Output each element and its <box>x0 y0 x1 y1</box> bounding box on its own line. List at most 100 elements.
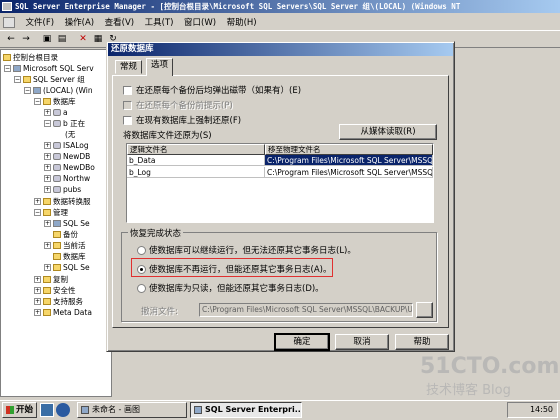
help-button[interactable]: 帮助 <box>395 334 449 350</box>
checkbox-box[interactable] <box>123 85 132 95</box>
annotation-highlight-box <box>131 258 333 277</box>
forward-icon[interactable]: → <box>19 33 33 46</box>
collapse-icon[interactable]: − <box>24 87 31 94</box>
browse-undo-file-button[interactable] <box>416 302 433 318</box>
expand-icon[interactable]: + <box>44 109 51 116</box>
tree-node-server-group[interactable]: SQL Server 组 <box>23 75 85 85</box>
tree-node-current-activity[interactable]: 当前活 <box>53 241 86 251</box>
prompt-tapes-checkbox[interactable]: 在还原每个备份前提示(P) <box>123 99 233 111</box>
expand-icon[interactable]: + <box>44 220 51 227</box>
expand-icon[interactable]: + <box>44 164 51 171</box>
sql-server-icon <box>2 2 12 11</box>
up-folder-icon[interactable]: ▣ <box>40 33 54 46</box>
dialog-titlebar[interactable]: 还原数据库 <box>108 43 453 56</box>
ok-button[interactable]: 确定 <box>274 333 330 351</box>
tree-node-db-newdb[interactable]: NewDB <box>53 152 90 162</box>
expand-icon[interactable]: + <box>34 309 41 316</box>
tree-node-maintenance-plans[interactable]: 数据库 <box>53 252 86 262</box>
expand-icon[interactable]: + <box>44 153 51 160</box>
delete-icon[interactable]: ✕ <box>76 33 90 46</box>
tree-node-dts[interactable]: 数据转换服 <box>43 197 91 207</box>
collapse-icon[interactable]: − <box>34 98 41 105</box>
tree-node-db-northwind[interactable]: Northw <box>53 174 90 184</box>
tree-node-databases[interactable]: 数据库 <box>43 97 76 107</box>
grid-header-logical-name[interactable]: 逻辑文件名 <box>127 144 265 155</box>
menu-window[interactable]: 窗口(W) <box>180 13 220 30</box>
main-window-titlebar[interactable]: SQL Server Enterprise Manager - [控制台根目录\… <box>0 0 560 13</box>
checkbox-box[interactable] <box>123 115 132 125</box>
tree-node-db-newdbo[interactable]: NewDBo <box>53 163 95 173</box>
menu-view[interactable]: 查看(V) <box>101 13 138 30</box>
collapse-icon[interactable]: − <box>14 76 21 83</box>
back-icon[interactable]: ← <box>4 33 18 46</box>
expand-icon[interactable]: + <box>44 142 51 149</box>
taskbar-item-enterprise-manager[interactable]: SQL Server Enterpri... <box>190 402 302 418</box>
tree-node-console-root[interactable]: 控制台根目录 <box>3 53 58 63</box>
server-icon <box>33 87 41 94</box>
properties-icon[interactable]: ▦ <box>91 33 105 46</box>
tree-node-db-pubs[interactable]: pubs <box>53 185 81 195</box>
expand-icon[interactable]: + <box>44 264 51 271</box>
checkbox-box[interactable] <box>123 100 132 110</box>
tree-node-sql-logs[interactable]: SQL Se <box>53 263 90 273</box>
radio-button[interactable] <box>137 283 146 293</box>
tab-options[interactable]: 选项 <box>146 58 174 76</box>
expand-icon[interactable]: + <box>44 175 51 182</box>
grid-header-physical-name[interactable]: 移至物理文件名 <box>265 144 433 155</box>
tree-node-replication[interactable]: 复制 <box>43 275 68 285</box>
database-icon <box>53 186 61 193</box>
tab-general[interactable]: 常规 <box>115 60 143 74</box>
recovery-option-operational[interactable]: 使数据库可以继续运行，但无法还原其它事务日志(L)。 <box>137 244 356 256</box>
paint-icon <box>81 406 89 414</box>
tree-node-none[interactable]: (无 <box>65 130 75 140</box>
file-mapping-grid[interactable]: 逻辑文件名 移至物理文件名 b_Data C:\Program Files\Mi… <box>126 143 434 223</box>
internet-explorer-icon[interactable] <box>56 403 70 417</box>
grid-cell-physical-name[interactable]: C:\Program Files\Microsoft SQL Server\MS… <box>265 155 433 166</box>
tree-node-security[interactable]: 安全性 <box>43 286 76 296</box>
tree-node-sql-agent[interactable]: SQL Se <box>53 219 90 229</box>
clock[interactable]: 14:50 <box>530 405 553 414</box>
collapse-icon[interactable]: − <box>44 120 51 127</box>
menu-help[interactable]: 帮助(H) <box>223 13 261 30</box>
tree-node-sql-servers[interactable]: Microsoft SQL Serv <box>13 64 94 74</box>
grid-cell-logical-name[interactable]: b_Log <box>127 167 265 178</box>
expand-icon[interactable]: + <box>44 242 51 249</box>
radio-button[interactable] <box>137 245 146 255</box>
tree-node-db-a[interactable]: a <box>53 108 68 118</box>
undo-file-input[interactable]: C:\Program Files\Microsoft SQL Server\MS… <box>199 303 413 317</box>
tree-node-management[interactable]: 管理 <box>43 208 68 218</box>
menu-tools[interactable]: 工具(T) <box>141 13 178 30</box>
grid-cell-logical-name[interactable]: b_Data <box>127 155 265 166</box>
recovery-state-label: 恢复完成状态 <box>128 227 184 239</box>
eject-tapes-checkbox[interactable]: 在还原每个备份后均弹出磁带（如果有）(E) <box>123 84 301 96</box>
tree-node-meta-data[interactable]: Meta Data <box>43 308 92 318</box>
tree-node-backup[interactable]: 备份 <box>53 230 78 240</box>
cancel-button[interactable]: 取消 <box>335 334 389 350</box>
system-tray: 14:50 <box>507 402 558 418</box>
console-tree[interactable]: 控制台根目录 − Microsoft SQL Serv − SQL Server… <box>0 49 112 397</box>
start-button[interactable]: 开始 <box>2 402 37 418</box>
show-desktop-icon[interactable] <box>40 403 54 417</box>
tree-node-support-services[interactable]: 支持服务 <box>43 297 83 307</box>
collapse-icon[interactable]: − <box>4 65 11 72</box>
console-tree-icon[interactable]: ▤ <box>55 33 69 46</box>
menu-file[interactable]: 文件(F) <box>22 13 59 30</box>
expand-icon[interactable]: + <box>34 198 41 205</box>
expand-icon[interactable]: + <box>34 276 41 283</box>
recovery-option-standby[interactable]: 使数据库为只读，但能还原其它事务日志(D)。 <box>137 282 324 294</box>
folder-icon <box>23 76 31 83</box>
collapse-icon[interactable]: − <box>34 209 41 216</box>
taskbar-item-paint[interactable]: 未命名 - 画图 <box>77 402 187 418</box>
tree-node-local-server[interactable]: (LOCAL) (Win <box>33 86 93 96</box>
expand-icon[interactable]: + <box>34 298 41 305</box>
read-from-media-button[interactable]: 从媒体读取(R) <box>339 124 437 140</box>
tree-node-db-isalog[interactable]: ISALog <box>53 141 89 151</box>
expand-icon[interactable]: + <box>34 287 41 294</box>
agent-icon <box>53 220 61 227</box>
expand-icon[interactable]: + <box>44 186 51 193</box>
menu-action[interactable]: 操作(A) <box>61 13 98 30</box>
tree-node-db-b[interactable]: b 正在 <box>53 119 85 129</box>
grid-cell-physical-name[interactable]: C:\Program Files\Microsoft SQL Server\MS… <box>265 167 433 178</box>
force-restore-checkbox[interactable]: 在现有数据库上强制还原(F) <box>123 114 241 126</box>
console-icon[interactable] <box>3 17 15 28</box>
